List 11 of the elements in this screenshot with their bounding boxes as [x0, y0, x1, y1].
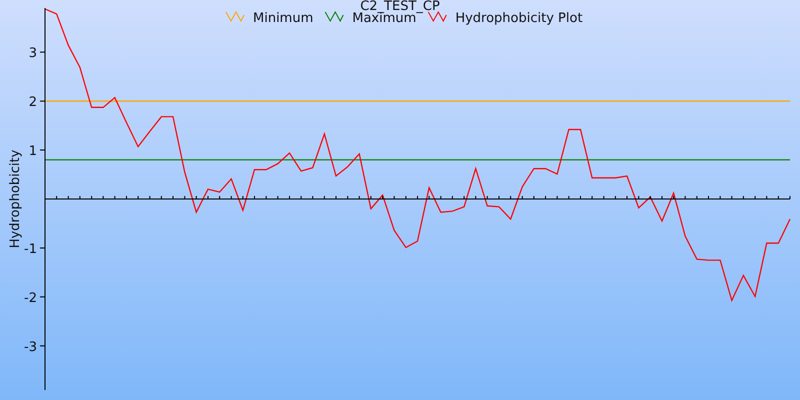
axis-tick-label: 3 — [28, 46, 37, 62]
axis-tick-label: -2 — [24, 290, 37, 306]
legend-label: Maximum — [352, 11, 416, 26]
chart-title: C2_TEST_CP — [360, 0, 440, 14]
axis-tick-label: 1 — [28, 144, 37, 160]
axis-tick-label: -3 — [24, 340, 37, 355]
legend-label: Minimum — [253, 11, 314, 26]
axis-tick-label: 2 — [28, 95, 37, 110]
y-axis-title: Hydrophobicity — [8, 150, 23, 248]
legend-label: Hydrophobicity Plot — [455, 11, 583, 26]
axis-tick-label: -1 — [24, 242, 37, 257]
